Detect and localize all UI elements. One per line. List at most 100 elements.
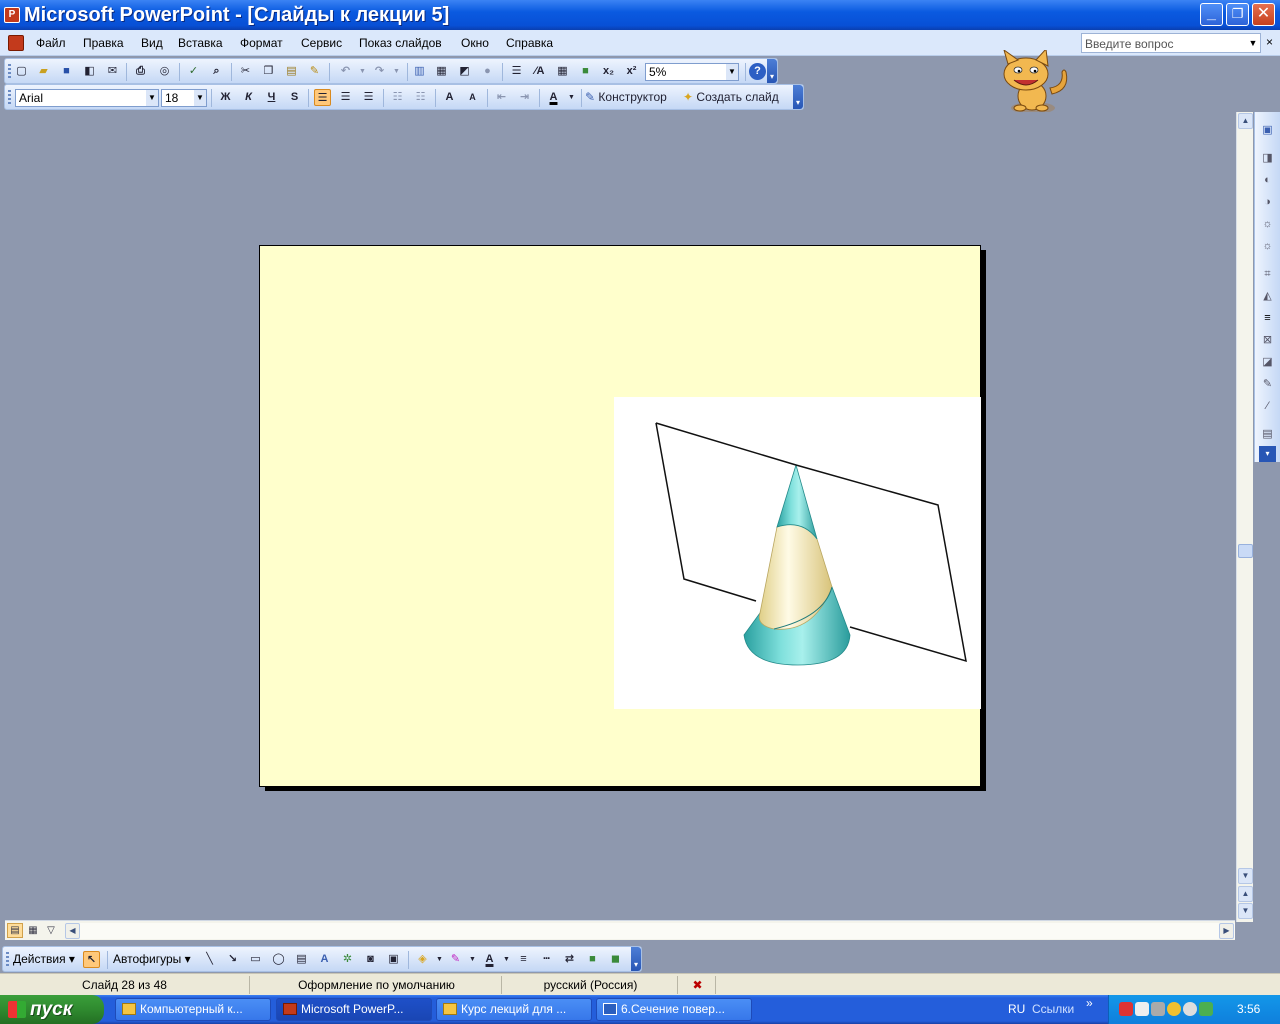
menu-edit[interactable]: Правка xyxy=(83,36,124,50)
help-question-input[interactable]: Введите вопрос xyxy=(1081,33,1261,53)
menu-slideshow[interactable]: Показ слайдов xyxy=(359,36,442,50)
menu-tools[interactable]: Сервис xyxy=(301,36,342,50)
insert-picture-icon[interactable]: ▣ xyxy=(1259,122,1276,138)
clip-art-icon[interactable]: ◙ xyxy=(362,951,379,968)
line-style-icon[interactable]: ≡ xyxy=(515,951,532,968)
insert-hyperlink-icon[interactable]: ● xyxy=(479,63,496,80)
toolbar-grip[interactable] xyxy=(8,64,11,79)
tables-borders-icon[interactable]: ◩ xyxy=(456,63,473,80)
menu-window[interactable]: Окно xyxy=(461,36,489,50)
italic-button[interactable]: К xyxy=(240,89,257,106)
copy-icon[interactable]: ❐ xyxy=(260,63,277,80)
fill-color-icon[interactable]: ◈ xyxy=(414,951,431,968)
toolbar-grip[interactable] xyxy=(6,952,9,967)
office-assistant-cat-icon[interactable] xyxy=(990,50,1076,116)
menu-help[interactable]: Справка xyxy=(506,36,553,50)
antivirus-icon[interactable] xyxy=(1119,1002,1133,1016)
underline-button[interactable]: Ч xyxy=(263,89,280,106)
permission-icon[interactable]: ◧ xyxy=(81,63,98,80)
shadow-style-icon[interactable]: ■ xyxy=(584,951,601,968)
diagram-icon[interactable]: ✲ xyxy=(339,951,356,968)
font-color-dropdown-icon[interactable]: ▼ xyxy=(498,951,515,968)
more-brightness-icon[interactable]: ☼ xyxy=(1259,216,1276,232)
decrease-indent-icon[interactable]: ⇤ xyxy=(493,89,510,106)
network-icon[interactable] xyxy=(1135,1002,1149,1016)
actions-menu[interactable]: Действия ▾ xyxy=(13,952,75,966)
line-tool-icon[interactable]: ╲ xyxy=(201,951,218,968)
menu-file[interactable]: Файл xyxy=(36,36,66,50)
spelling-icon[interactable]: ✓ xyxy=(185,63,202,80)
wordart-icon[interactable]: A xyxy=(316,951,333,968)
less-contrast-icon[interactable]: ◑ xyxy=(1259,194,1276,210)
print-icon[interactable]: ⎙ xyxy=(132,63,149,80)
utility-icon[interactable] xyxy=(1199,1002,1213,1016)
zoom-dropdown-icon[interactable]: ▼ xyxy=(726,64,738,80)
bold-button[interactable]: Ж xyxy=(217,89,234,106)
toolbar-options-chevron[interactable]: ▾ xyxy=(631,947,641,971)
toolbar-options-chevron[interactable]: ▾ xyxy=(767,59,777,83)
more-contrast-icon[interactable]: ◐ xyxy=(1259,172,1276,188)
zoom-combobox[interactable]: 5% ▼ xyxy=(645,63,739,81)
slide-show-view-icon[interactable]: ▽ xyxy=(43,923,59,938)
reset-picture-icon[interactable]: ▤ xyxy=(1259,426,1276,442)
research-icon[interactable]: ⌕ xyxy=(208,63,225,80)
decrease-font-size-button[interactable]: A xyxy=(464,89,481,106)
language-indicator[interactable]: RU xyxy=(1008,995,1025,1024)
align-left-icon[interactable]: ☰ xyxy=(314,89,331,106)
color-grayscale-icon[interactable]: ■ xyxy=(577,63,594,80)
arrow-tool-icon[interactable]: ↘ xyxy=(224,951,241,968)
start-button[interactable]: пуск xyxy=(0,995,104,1024)
maximize-button[interactable]: ❐ xyxy=(1226,3,1249,26)
font-color-dropdown-icon[interactable]: ▼ xyxy=(563,89,580,106)
new-document-icon[interactable]: ▢ xyxy=(13,63,30,80)
help-dropdown-icon[interactable]: ▼ xyxy=(1246,34,1260,52)
print-preview-icon[interactable]: ◎ xyxy=(156,63,173,80)
document-icon[interactable] xyxy=(8,35,24,51)
minimize-button[interactable]: _ xyxy=(1200,3,1223,26)
powerpoint-icon[interactable]: P xyxy=(4,7,20,23)
normal-view-icon[interactable]: ▤ xyxy=(7,923,23,938)
increase-indent-icon[interactable]: ⇥ xyxy=(516,89,533,106)
insert-chart-icon[interactable]: ▥ xyxy=(411,63,428,80)
close-button[interactable]: ✕ xyxy=(1252,3,1275,26)
line-style-icon[interactable]: ≡ xyxy=(1259,310,1276,326)
horizontal-scrollbar[interactable]: ◀ ▶ xyxy=(65,923,1235,939)
align-center-icon[interactable]: ☰ xyxy=(337,89,354,106)
format-picture-icon[interactable]: ✎ xyxy=(1259,376,1276,392)
font-size-combobox[interactable]: 18 ▼ xyxy=(161,89,207,107)
picture-icon[interactable]: ▣ xyxy=(385,951,402,968)
undo-icon[interactable]: ↶ xyxy=(337,63,354,80)
undo-dropdown-icon[interactable]: ▼ xyxy=(354,63,371,80)
open-folder-icon[interactable]: ▰ xyxy=(35,63,52,80)
set-transparent-icon[interactable]: ⁄ xyxy=(1259,398,1276,414)
scroll-up-icon[interactable]: ▲ xyxy=(1238,113,1253,129)
spelling-status-icon[interactable]: ✖ xyxy=(680,976,716,994)
taskbar-item-word[interactable]: 6.Сечение повер... xyxy=(596,998,752,1021)
slide-sorter-view-icon[interactable]: ▦ xyxy=(25,923,41,938)
email-icon[interactable]: ✉ xyxy=(104,63,121,80)
toolbar-options-chevron[interactable]: ▾ xyxy=(1259,446,1276,462)
font-color-button[interactable]: A xyxy=(545,89,562,106)
document-close-button[interactable]: × xyxy=(1266,35,1273,49)
volume-icon[interactable] xyxy=(1151,1002,1165,1016)
select-objects-icon[interactable]: ↖ xyxy=(83,951,100,968)
rectangle-tool-icon[interactable]: ▭ xyxy=(247,951,264,968)
toolbar-options-chevron[interactable]: ▾ xyxy=(793,85,803,109)
scroll-left-icon[interactable]: ◀ xyxy=(65,923,80,939)
insert-table-icon[interactable]: ▦ xyxy=(433,63,450,80)
taskbar-item-powerpoint[interactable]: Microsoft PowerP... xyxy=(276,998,432,1021)
slide-canvas[interactable] xyxy=(259,245,981,787)
superscript-icon[interactable]: x² xyxy=(623,63,640,80)
font-name-dropdown-icon[interactable]: ▼ xyxy=(146,90,158,106)
crop-icon[interactable]: ⌗ xyxy=(1259,266,1276,282)
taskbar-item-folder-1[interactable]: Компьютерный к... xyxy=(115,998,271,1021)
next-slide-icon[interactable]: ▼ xyxy=(1238,903,1253,919)
numbering-icon[interactable]: ☷ xyxy=(389,89,406,106)
increase-font-size-button[interactable]: A xyxy=(441,89,458,106)
dash-style-icon[interactable]: ┅ xyxy=(538,951,555,968)
font-size-dropdown-icon[interactable]: ▼ xyxy=(194,90,206,106)
menu-format[interactable]: Формат xyxy=(240,36,283,50)
expand-all-icon[interactable]: ☰ xyxy=(508,63,525,80)
show-grid-icon[interactable]: ▦ xyxy=(554,63,571,80)
previous-slide-icon[interactable]: ▲ xyxy=(1238,886,1253,902)
